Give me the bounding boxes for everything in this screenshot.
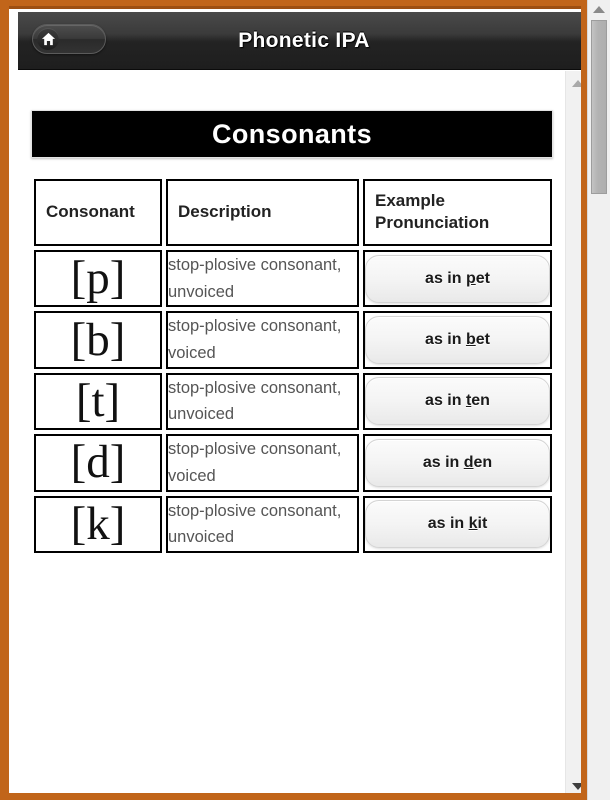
window-scrollbar-up-button[interactable] (588, 2, 610, 17)
table-row: [d] stop-plosive consonant, voiced as in d… (34, 434, 552, 492)
example-pronunciation-button[interactable]: as in den (365, 438, 550, 487)
page-root: Phonetic IPA Consonants Consonant Descri… (18, 12, 581, 793)
column-header-consonant: Consonant (34, 179, 162, 246)
content-inner: Consonants Consonant Description Example… (18, 71, 566, 557)
column-header-example-pronunciation: Example Pronunciation (363, 179, 552, 246)
example-suffix: en (473, 453, 493, 471)
column-header-description: Description (166, 179, 360, 246)
consonant-symbol: [b] (34, 311, 162, 369)
ipa-consonants-table: Consonant Description Example Pronunciat… (30, 175, 556, 557)
triangle-down-icon (572, 783, 581, 790)
triangle-up-icon (572, 80, 581, 87)
section-banner: Consonants (31, 110, 553, 158)
consonant-description: stop-plosive consonant, voiced (166, 311, 360, 369)
page-scrollbar[interactable] (565, 71, 581, 793)
example-prefix: as in (422, 453, 464, 471)
content-scroll-area: Consonants Consonant Description Example… (18, 71, 581, 793)
page-scrollbar-down-button[interactable] (566, 778, 581, 793)
app-title: Phonetic IPA (238, 29, 370, 52)
table-header-row: Consonant Description Example Pronunciat… (34, 179, 552, 246)
example-underlined-letter: p (465, 269, 476, 287)
example-cell: as in pet (363, 249, 552, 308)
example-pronunciation-button[interactable]: as in bet (365, 316, 550, 365)
example-underlined-letter: k (468, 515, 478, 533)
application-frame: Phonetic IPA Consonants Consonant Descri… (0, 0, 610, 800)
browser-viewport-border: Phonetic IPA Consonants Consonant Descri… (0, 0, 588, 800)
example-suffix: it (477, 515, 488, 533)
example-pronunciation-button[interactable]: as in kit (365, 500, 550, 549)
consonant-description: stop-plosive consonant, unvoiced (166, 372, 360, 431)
consonant-symbol: [d] (34, 434, 162, 492)
example-prefix: as in (425, 392, 466, 410)
consonant-symbol: [k] (34, 495, 162, 554)
table-head: Consonant Description Example Pronunciat… (34, 179, 552, 246)
window-scrollbar-thumb[interactable] (591, 20, 607, 194)
example-suffix: en (471, 392, 490, 410)
window-scrollbar[interactable] (587, 0, 610, 800)
table-row: [p] stop-plosive consonant, unvoiced as in… (34, 249, 552, 308)
example-prefix: as in (427, 515, 469, 533)
app-titlebar: Phonetic IPA (18, 12, 581, 70)
example-prefix: as in (425, 269, 466, 287)
consonant-symbol: [t] (34, 372, 162, 431)
consonant-description: stop-plosive consonant, unvoiced (166, 249, 360, 308)
example-underlined-letter: b (465, 331, 476, 349)
table-row: [b] stop-plosive consonant, voiced as in b… (34, 311, 552, 369)
example-cell: as in den (363, 434, 552, 492)
section-title: Consonants (211, 118, 372, 149)
table-row: [k] stop-plosive consonant, unvoiced as in… (34, 495, 552, 554)
example-cell: as in ten (363, 372, 552, 431)
table-row: [t] stop-plosive consonant, unvoiced as in… (34, 372, 552, 431)
consonant-description: stop-plosive consonant, voiced (166, 434, 360, 492)
triangle-up-icon (593, 6, 605, 13)
example-cell: as in bet (363, 311, 552, 369)
example-suffix: et (475, 331, 490, 349)
example-suffix: et (475, 269, 490, 287)
consonant-symbol: [p] (34, 249, 162, 308)
example-underlined-letter: d (463, 453, 474, 471)
table-body: [p] stop-plosive consonant, unvoiced as in… (34, 249, 552, 554)
example-prefix: as in (425, 331, 466, 349)
example-pronunciation-button[interactable]: as in ten (365, 377, 550, 426)
page-scrollbar-up-button[interactable] (566, 75, 581, 92)
example-cell: as in kit (363, 495, 552, 554)
consonant-description: stop-plosive consonant, unvoiced (166, 495, 360, 554)
example-pronunciation-button[interactable]: as in pet (365, 254, 550, 303)
